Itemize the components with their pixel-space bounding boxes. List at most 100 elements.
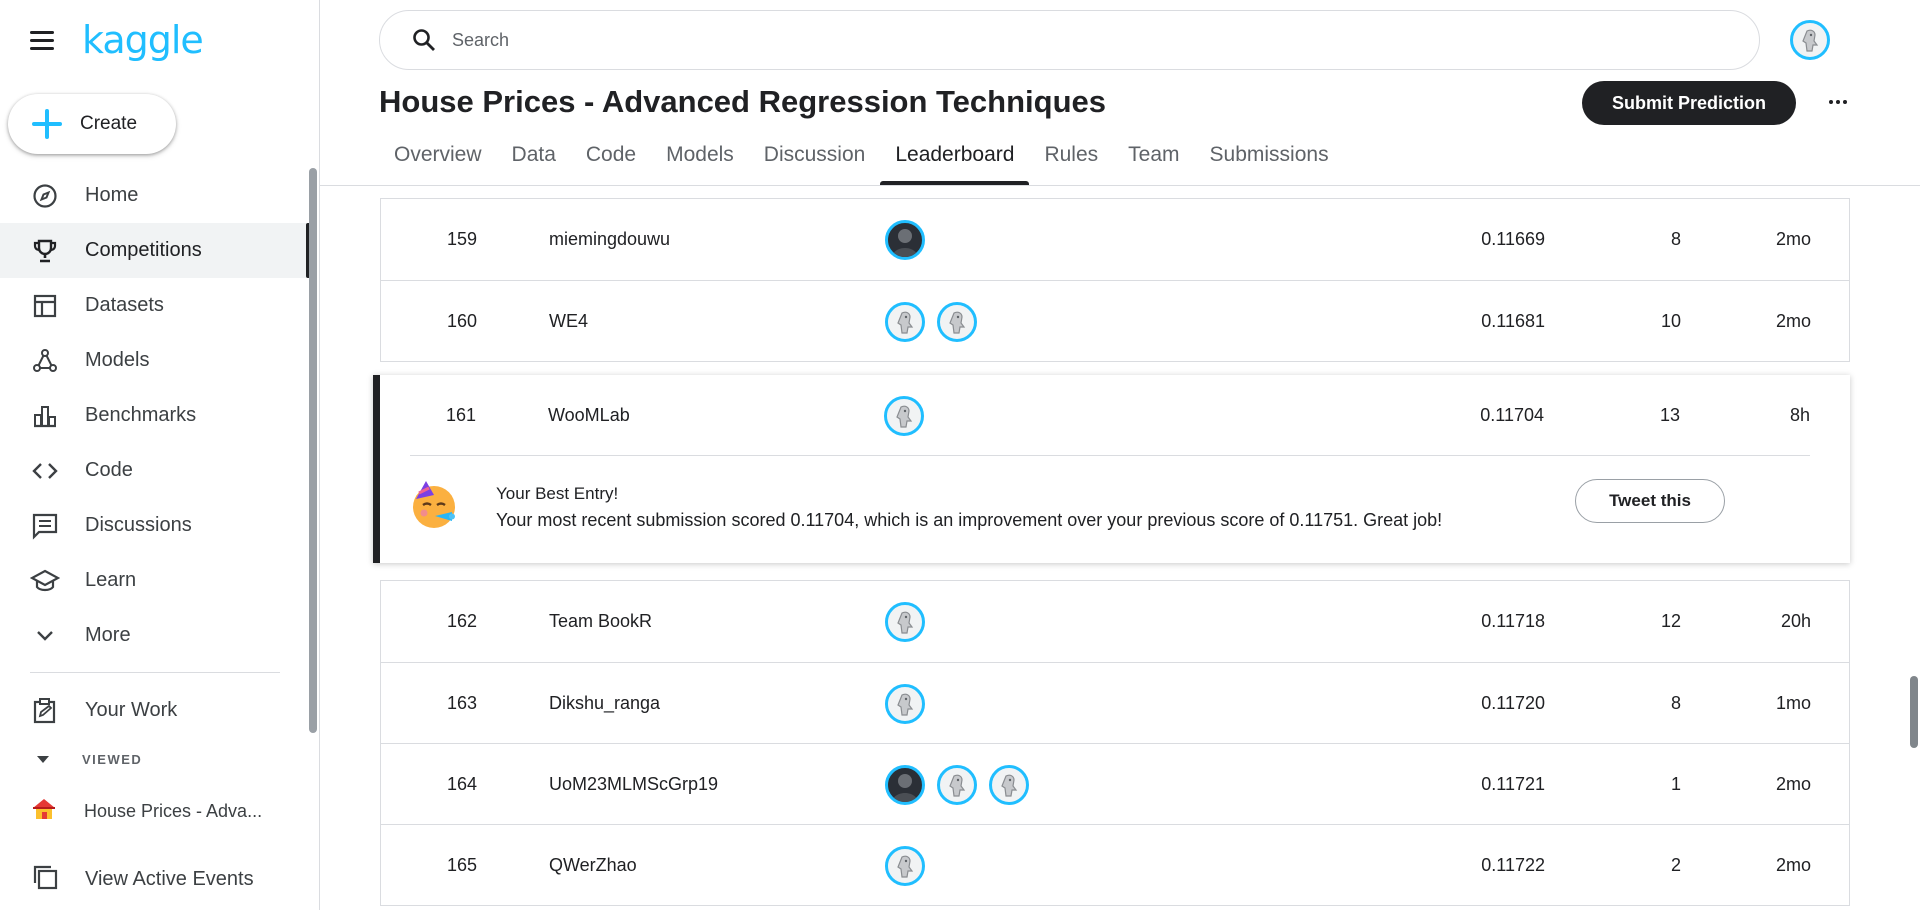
sidebar-divider xyxy=(30,672,280,673)
kaggle-logo[interactable]: kaggle xyxy=(82,18,204,62)
best-entry-description: Your most recent submission scored 0.117… xyxy=(496,510,1443,530)
sidebar-item-benchmarks[interactable]: Benchmarks xyxy=(0,388,310,443)
user-avatar[interactable] xyxy=(1790,20,1830,60)
tab-models[interactable]: Models xyxy=(651,136,749,186)
rank-cell: 160 xyxy=(446,311,477,331)
header-divider xyxy=(320,185,1920,186)
best-entry-message: Your Best Entry! Your most recent submis… xyxy=(408,479,1442,536)
last-submission-cell: 20h xyxy=(1780,611,1811,631)
team-member-avatar[interactable] xyxy=(989,764,1029,805)
team-member-avatar[interactable] xyxy=(884,395,924,436)
house-competition-icon xyxy=(30,796,58,827)
team-member-avatar[interactable] xyxy=(885,301,925,342)
tab-overview[interactable]: Overview xyxy=(379,136,497,186)
sidebar-nav: Home Competitions Datasets Models Benchm… xyxy=(0,168,310,663)
score-cell: 0.11721 xyxy=(1481,774,1545,794)
sidebar-item-competitions[interactable]: Competitions xyxy=(0,223,310,278)
table-icon xyxy=(30,291,60,321)
sidebar-item-home[interactable]: Home xyxy=(0,168,310,223)
table-row[interactable]: 163 Dikshu_ranga 0.11720 8 1mo xyxy=(381,662,1849,743)
last-submission-cell: 2mo xyxy=(1775,855,1811,875)
rank-cell: 159 xyxy=(446,229,477,249)
sidebar-item-label: Your Work xyxy=(85,699,178,721)
sidebar-item-your-work[interactable]: Your Work xyxy=(0,683,310,738)
tweet-this-button[interactable]: Tweet this xyxy=(1575,479,1725,523)
bar-chart-icon xyxy=(30,401,60,431)
table-row[interactable]: 165 QWerZhao 0.11722 2 2mo xyxy=(381,824,1849,905)
entries-cell: 8 xyxy=(1670,693,1681,713)
table-row[interactable]: 160 WE4 0.11681 10 2mo xyxy=(381,280,1849,361)
models-icon xyxy=(30,346,60,376)
sidebar-item-label: Learn xyxy=(85,569,137,591)
viewed-label: VIEWED xyxy=(82,752,143,767)
my-entry-card: 161 WooMLab 0.11704 13 8h Your Best Entr… xyxy=(373,375,1850,563)
team-members-cell xyxy=(885,581,925,662)
sidebar-item-label: Benchmarks xyxy=(85,404,197,426)
sidebar-item-label: Discussions xyxy=(85,514,192,536)
entries-cell: 13 xyxy=(1659,405,1680,425)
page-scrollbar[interactable] xyxy=(1910,676,1918,748)
more-options-icon[interactable] xyxy=(1820,86,1856,118)
tab-discussion[interactable]: Discussion xyxy=(749,136,881,186)
score-cell: 0.11720 xyxy=(1481,693,1545,713)
table-row-highlight[interactable]: 161 WooMLab 0.11704 13 8h xyxy=(380,375,1850,456)
sidebar-item-code[interactable]: Code xyxy=(0,443,310,498)
table-row[interactable]: 159 miemingdouwu 0.11669 8 2mo xyxy=(381,199,1849,280)
tab-submissions[interactable]: Submissions xyxy=(1195,136,1344,186)
page-title: House Prices - Advanced Regression Techn… xyxy=(379,84,1107,119)
last-submission-cell: 8h xyxy=(1789,405,1810,425)
team-name-cell[interactable]: QWerZhao xyxy=(549,825,637,906)
viewed-section-toggle[interactable]: VIEWED xyxy=(30,752,142,767)
search-bar[interactable] xyxy=(379,10,1760,70)
sidebar-item-discussions[interactable]: Discussions xyxy=(0,498,310,553)
entries-cell: 1 xyxy=(1670,774,1681,794)
tab-data[interactable]: Data xyxy=(497,136,571,186)
sidebar-item-models[interactable]: Models xyxy=(0,333,310,388)
team-name-cell[interactable]: Dikshu_ranga xyxy=(549,663,660,744)
plus-icon xyxy=(30,107,64,141)
team-member-avatar[interactable] xyxy=(885,764,925,805)
caret-down-icon xyxy=(37,756,49,763)
rank-cell: 163 xyxy=(446,693,477,713)
team-name-cell[interactable]: WooMLab xyxy=(548,375,630,456)
last-submission-cell: 2mo xyxy=(1775,774,1811,794)
team-members-cell xyxy=(885,744,1029,825)
score-cell: 0.11718 xyxy=(1481,611,1545,631)
search-icon xyxy=(410,26,438,54)
recent-item-label: House Prices - Adva... xyxy=(84,801,263,821)
team-name-cell[interactable]: Team BookR xyxy=(549,581,652,662)
sidebar-scrollbar[interactable] xyxy=(309,168,317,733)
tab-team[interactable]: Team xyxy=(1113,136,1194,186)
sidebar-item-label: Competitions xyxy=(85,239,202,261)
team-member-avatar[interactable] xyxy=(885,683,925,724)
team-member-avatar[interactable] xyxy=(885,219,925,260)
table-row[interactable]: 164 UoM23MLMScGrp19 0.11721 1 2mo xyxy=(381,743,1849,824)
sidebar-item-more[interactable]: More xyxy=(0,608,310,663)
team-name-cell[interactable]: UoM23MLMScGrp19 xyxy=(549,744,718,825)
last-submission-cell: 2mo xyxy=(1775,229,1811,249)
table-row[interactable]: 162 Team BookR 0.11718 12 20h xyxy=(381,581,1849,662)
search-input[interactable] xyxy=(452,29,1702,51)
sidebar-item-datasets[interactable]: Datasets xyxy=(0,278,310,333)
leaderboard-table-top: 159 miemingdouwu 0.11669 8 2mo 160 WE4 0… xyxy=(380,198,1850,362)
team-name-cell[interactable]: WE4 xyxy=(549,281,588,362)
view-active-events-link[interactable]: View Active Events xyxy=(30,862,254,897)
create-button[interactable]: Create xyxy=(8,94,176,154)
recent-item-house-prices[interactable]: House Prices - Adva... xyxy=(30,796,262,827)
tab-leaderboard[interactable]: Leaderboard xyxy=(880,136,1030,186)
submit-prediction-button[interactable]: Submit Prediction xyxy=(1582,81,1796,125)
trophy-icon xyxy=(30,236,60,266)
team-member-avatar[interactable] xyxy=(885,845,925,886)
team-member-avatar[interactable] xyxy=(885,601,925,642)
team-members-cell xyxy=(885,825,925,906)
team-member-avatar[interactable] xyxy=(937,764,977,805)
sidebar-item-label: Models xyxy=(85,349,150,371)
sidebar-item-label: More xyxy=(85,624,131,646)
hamburger-menu-icon[interactable] xyxy=(30,25,60,55)
tab-code[interactable]: Code xyxy=(571,136,651,186)
team-member-avatar[interactable] xyxy=(937,301,977,342)
sidebar-item-learn[interactable]: Learn xyxy=(0,553,310,608)
tab-rules[interactable]: Rules xyxy=(1029,136,1113,186)
team-name-cell[interactable]: miemingdouwu xyxy=(549,199,670,280)
sidebar-item-label: Datasets xyxy=(85,294,164,316)
